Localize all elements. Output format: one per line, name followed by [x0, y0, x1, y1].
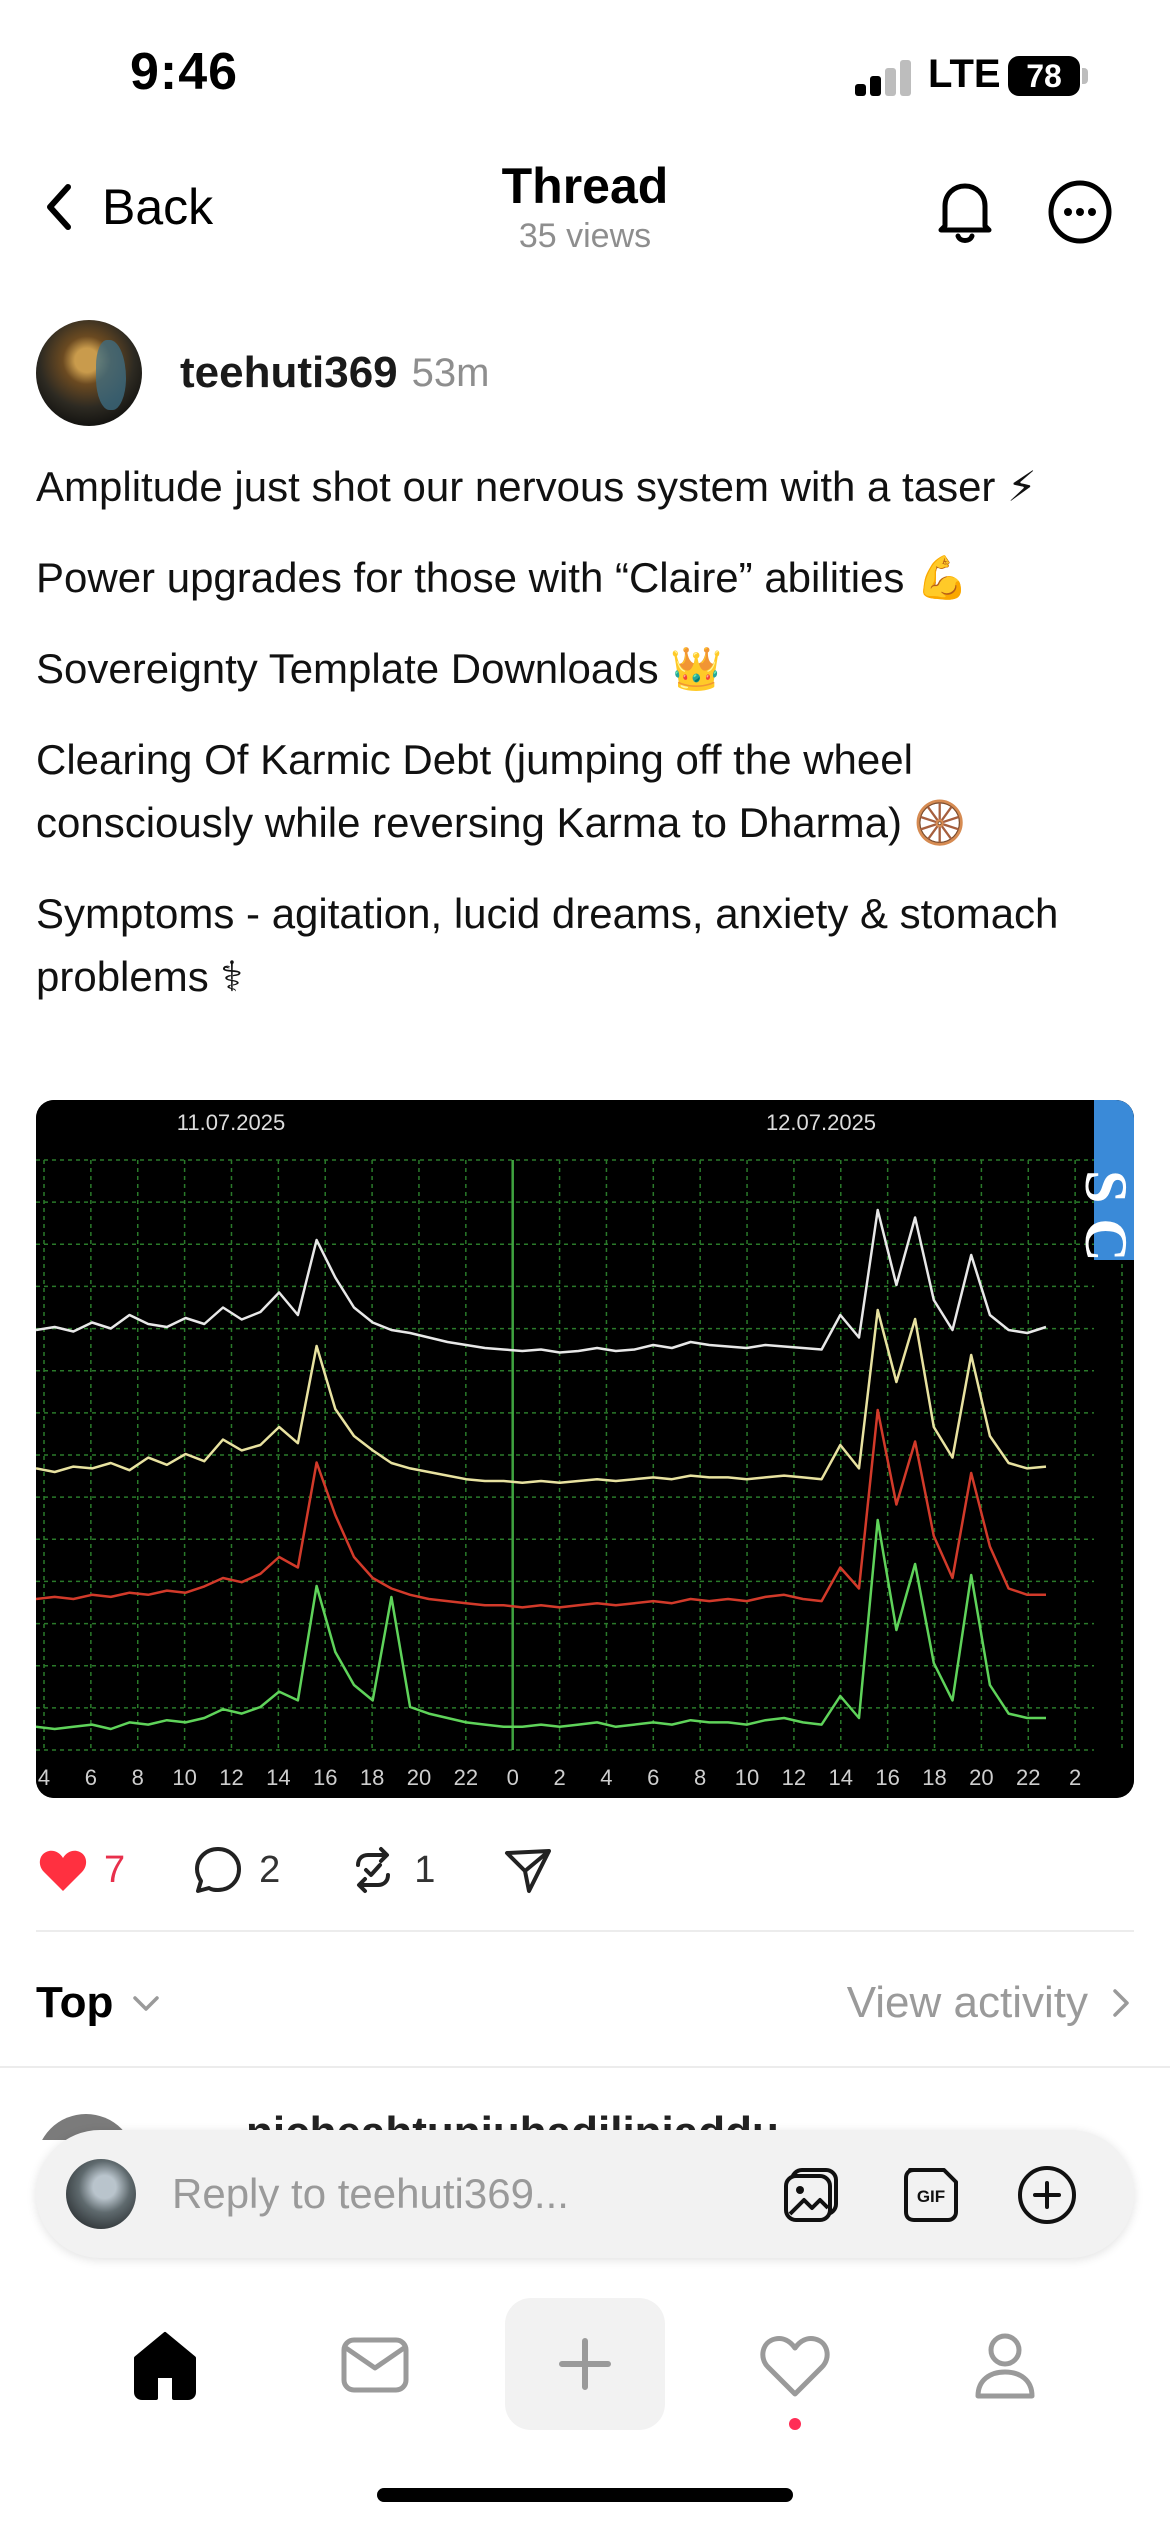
- signal-icon: [855, 60, 915, 96]
- x-tick-label: 0: [507, 1765, 519, 1790]
- heart-icon: [760, 2336, 830, 2397]
- like-button[interactable]: 7: [36, 1843, 125, 1897]
- thread-header: Back Thread 35 views: [0, 150, 1170, 270]
- plus-icon: [559, 2338, 611, 2390]
- chevron-right-icon: [1113, 1989, 1129, 2017]
- x-tick-label: 20: [969, 1765, 993, 1790]
- divider: [36, 1930, 1134, 1932]
- reply-composer: GIF: [36, 2130, 1134, 2258]
- heart-filled-icon: [39, 1850, 87, 1891]
- reply-button[interactable]: 2: [191, 1843, 280, 1897]
- x-tick-label: 14: [266, 1765, 290, 1790]
- network-label: LTE: [928, 52, 1001, 96]
- title-block: Thread 35 views: [385, 156, 785, 256]
- x-tick-label: 18: [922, 1765, 946, 1790]
- date-label-2: 12.07.2025: [766, 1110, 876, 1135]
- reply-count: 2: [259, 1848, 281, 1891]
- bell-icon[interactable]: [925, 172, 1005, 252]
- back-button[interactable]: Back: [42, 172, 213, 242]
- post-image-chart[interactable]: 11.07.2025 12.07.2025 4 6 8 10 12 14 16 18 20 22 0…: [36, 1100, 1134, 1798]
- post-body: Amplitude just shot our nervous system w…: [36, 455, 1136, 1036]
- svg-text:GIF: GIF: [917, 2187, 945, 2206]
- x-tick-label: 2: [1069, 1765, 1081, 1790]
- repost-icon: [356, 1847, 391, 1893]
- sort-label: Top: [36, 1978, 114, 2027]
- x-tick-label: 6: [647, 1765, 659, 1790]
- post-line-1: Amplitude just shot our nervous system w…: [36, 463, 1037, 510]
- home-icon: [134, 2332, 196, 2400]
- username[interactable]: teehuti369: [180, 348, 398, 398]
- page-title: Thread: [501, 158, 669, 214]
- chevron-down-icon: [133, 1996, 160, 2011]
- repost-button[interactable]: 1: [346, 1843, 435, 1897]
- view-activity-label: View activity: [846, 1978, 1088, 2027]
- sort-dropdown[interactable]: Top: [36, 1978, 163, 2028]
- sort-row: Top View activity: [36, 1968, 1134, 2038]
- chart-x-ticks: 4 6 8 10 12 14 16 18 20 22 0 2 4 6 8 10 12 14 16 18 20 22 2: [38, 1765, 1081, 1790]
- x-tick-label: 18: [360, 1765, 384, 1790]
- notification-dot: [789, 2418, 801, 2430]
- repost-count: 1: [414, 1848, 436, 1891]
- x-tick-label: 4: [600, 1765, 612, 1790]
- x-tick-label: 8: [132, 1765, 144, 1790]
- tab-profile[interactable]: [925, 2290, 1085, 2440]
- inbox-icon: [341, 2337, 409, 2393]
- like-count: 7: [104, 1848, 126, 1891]
- watermark-letters: S C: [1073, 1170, 1134, 1262]
- reply-input[interactable]: [172, 2170, 772, 2218]
- tab-activity[interactable]: [715, 2290, 875, 2440]
- tab-create[interactable]: [505, 2298, 665, 2430]
- profile-icon: [975, 2333, 1035, 2399]
- post-line-5: Symptoms - agitation, lucid dreams, anxi…: [36, 890, 1059, 1000]
- more-options-icon[interactable]: [1040, 172, 1120, 252]
- view-count: 35 views: [518, 217, 652, 255]
- x-tick-label: 14: [829, 1765, 853, 1790]
- share-button[interactable]: [501, 1843, 555, 1897]
- x-tick-label: 16: [313, 1765, 337, 1790]
- status-bar: 9:46 LTE 78: [0, 0, 1170, 150]
- tab-messages[interactable]: [295, 2290, 455, 2440]
- x-tick-label: 22: [1016, 1765, 1040, 1790]
- add-circle-icon[interactable]: [1014, 2162, 1080, 2228]
- view-activity-link[interactable]: View activity: [847, 1978, 1134, 2028]
- schumann-chart: 11.07.2025 12.07.2025 4 6 8 10 12 14 16 18 20 22 0…: [36, 1100, 1134, 1798]
- x-tick-label: 8: [694, 1765, 706, 1790]
- gif-icon[interactable]: GIF: [898, 2162, 964, 2228]
- divider-full: [0, 2066, 1170, 2068]
- send-icon: [505, 1849, 552, 1893]
- x-tick-label: 6: [85, 1765, 97, 1790]
- post-author: teehuti369 53m: [36, 318, 489, 428]
- x-tick-label: 2: [553, 1765, 565, 1790]
- image-icon[interactable]: [778, 2162, 844, 2228]
- x-tick-label: 20: [407, 1765, 431, 1790]
- x-tick-label: 12: [782, 1765, 806, 1790]
- avatar: [66, 2159, 136, 2229]
- bottom-tab-bar: [0, 2290, 1170, 2440]
- x-tick-label: 10: [172, 1765, 196, 1790]
- back-label: Back: [102, 179, 214, 235]
- post-time: 53m: [411, 350, 490, 395]
- x-tick-label: 12: [219, 1765, 243, 1790]
- avatar[interactable]: [36, 320, 142, 426]
- post-line-2: Power upgrades for those with “Claire” a…: [36, 554, 969, 601]
- battery-tip: [1082, 68, 1088, 84]
- home-indicator: [377, 2488, 793, 2502]
- x-tick-label: 10: [735, 1765, 759, 1790]
- date-label-1: 11.07.2025: [177, 1110, 285, 1135]
- x-tick-label: 4: [38, 1765, 50, 1790]
- chevron-left-icon: [47, 184, 71, 230]
- x-tick-label: 16: [875, 1765, 899, 1790]
- x-tick-label: 22: [454, 1765, 478, 1790]
- status-time: 9:46: [130, 43, 239, 101]
- comment-icon: [195, 1847, 242, 1893]
- battery-icon: 78: [1008, 56, 1080, 96]
- post-actions: 7 2 1: [36, 1838, 621, 1902]
- post-line-4: Clearing Of Karmic Debt (jumping off the…: [36, 736, 966, 846]
- post-line-3: Sovereignty Template Downloads 👑: [36, 645, 723, 692]
- tab-home[interactable]: [85, 2290, 245, 2440]
